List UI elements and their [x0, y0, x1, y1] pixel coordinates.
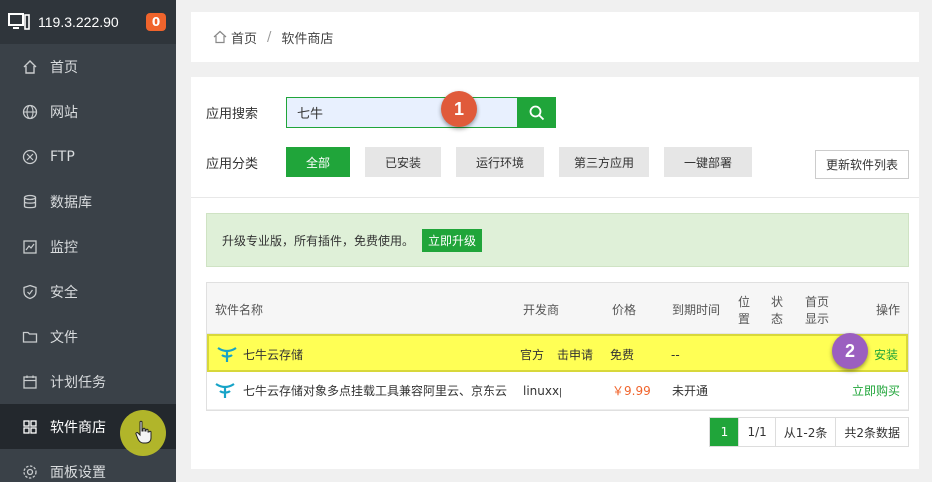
- grid-icon: [22, 419, 38, 435]
- calendar-icon: [22, 374, 38, 390]
- price: ￥9.99: [612, 384, 651, 398]
- globe-icon: [22, 104, 38, 120]
- developer: 官方: [520, 348, 545, 362]
- ftp-icon: [22, 149, 38, 165]
- update-list-button[interactable]: 更新软件列表: [815, 150, 909, 179]
- server-header: 119.3.222.90 0: [0, 0, 176, 44]
- category-label: 应用分类: [206, 156, 259, 172]
- annotation-marker-2: 2: [832, 333, 868, 369]
- search-input[interactable]: 七牛: [286, 97, 518, 128]
- folder-icon: [22, 329, 38, 345]
- monitor-icon: [8, 13, 30, 30]
- col-position: 位: [738, 295, 751, 309]
- page-current[interactable]: 1: [710, 418, 739, 446]
- sidebar-item-database[interactable]: 数据库: [0, 179, 176, 224]
- price: 免费: [610, 348, 635, 362]
- category-all-button[interactable]: 全部: [286, 147, 350, 177]
- sidebar-item-label: 计划任务: [50, 374, 106, 391]
- table-row: 七牛云存储 官方 击申请 免费 -- 安装: [207, 334, 908, 372]
- category-thirdparty-button[interactable]: 第三方应用: [559, 147, 649, 177]
- expire-date: 未开通: [672, 384, 709, 398]
- annotation-marker-1: 1: [441, 91, 477, 127]
- breadcrumb-current: 软件商店: [281, 31, 334, 47]
- page-count: 1/1: [738, 418, 774, 446]
- sidebar-item-label: 数据库: [50, 194, 92, 211]
- breadcrumb-home[interactable]: 首页: [231, 28, 257, 47]
- category-runtime-button[interactable]: 运行环境: [456, 147, 544, 177]
- sidebar-item-label: 监控: [50, 239, 78, 256]
- col-status: 态: [771, 312, 784, 326]
- col-action: 操作: [876, 303, 901, 317]
- software-table: 软件名称 开发商 价格 到期时间 位 置 状 态 首页 显示 操作 七牛云存储 …: [206, 282, 909, 411]
- breadcrumb-separator: /: [267, 29, 272, 45]
- sidebar-item-home[interactable]: 首页: [0, 44, 176, 89]
- col-status: 状: [771, 295, 784, 309]
- col-expire: 到期时间: [672, 303, 721, 317]
- page-total: 共2条数据: [835, 418, 908, 446]
- sidebar-item-security[interactable]: 安全: [0, 269, 176, 314]
- server-ip: 119.3.222.90: [38, 14, 119, 30]
- divider: [191, 197, 919, 198]
- monitor-chart-icon: [22, 239, 38, 255]
- store-panel: 应用搜索 七牛 1 应用分类 全部 已安装 运行环境 第三方应用 一键部署 更新…: [191, 77, 919, 469]
- sidebar-item-cron[interactable]: 计划任务: [0, 359, 176, 404]
- sidebar-item-website[interactable]: 网站: [0, 89, 176, 134]
- search-button[interactable]: [518, 97, 556, 128]
- table-header: 软件名称 开发商 价格 到期时间 位 置 状 态 首页 显示 操作: [207, 283, 908, 334]
- promo-text: 升级专业版，所有插件，免费使用。: [222, 233, 415, 248]
- sidebar-item-label: 安全: [50, 284, 78, 301]
- promo-banner: 升级专业版，所有插件，免费使用。 立即升级: [206, 213, 909, 267]
- page-range: 从1-2条: [774, 418, 836, 446]
- pagination: 1 1/1 从1-2条 共2条数据: [709, 417, 909, 447]
- buy-now-link[interactable]: 立即购买: [852, 372, 900, 410]
- search-row: 应用搜索 七牛: [206, 97, 556, 128]
- category-deploy-button[interactable]: 一键部署: [664, 147, 752, 177]
- sidebar-item-ftp[interactable]: FTP: [0, 134, 176, 179]
- breadcrumb: 首页 / 软件商店: [191, 12, 919, 62]
- database-icon: [22, 194, 38, 210]
- home-icon[interactable]: [213, 30, 227, 44]
- sidebar-item-label: 软件商店: [50, 419, 106, 436]
- sidebar-item-label: FTP: [50, 148, 75, 165]
- home-icon: [22, 59, 38, 75]
- col-homepage: 显示: [805, 312, 830, 326]
- gear-icon: [22, 464, 38, 480]
- qiniu-logo-icon: [217, 347, 237, 362]
- software-name: 七牛云存储对象多点挂载工具兼容阿里云、京东云: [243, 384, 508, 398]
- search-label: 应用搜索: [206, 107, 259, 122]
- table-row: 七牛云存储对象多点挂载工具兼容阿里云、京东云 linuxxp ￥9.99 未开通…: [207, 372, 908, 410]
- sidebar-item-label: 文件: [50, 329, 78, 346]
- col-price: 价格: [612, 303, 637, 317]
- col-homepage: 首页: [805, 295, 830, 309]
- sidebar-item-label: 网站: [50, 104, 78, 121]
- col-dev: 开发商: [523, 303, 560, 317]
- col-position: 置: [738, 312, 751, 326]
- sidebar-item-label: 首页: [50, 59, 78, 76]
- col-name: 软件名称: [215, 303, 264, 317]
- software-name: 七牛云存储: [243, 348, 304, 362]
- expire-date: --: [671, 348, 680, 362]
- search-icon: [529, 105, 545, 120]
- shield-icon: [22, 284, 38, 300]
- upgrade-button[interactable]: 立即升级: [422, 228, 483, 252]
- qiniu-logo-icon: [215, 383, 235, 398]
- developer: linuxxp: [523, 384, 561, 398]
- sidebar-item-monitor[interactable]: 监控: [0, 224, 176, 269]
- sidebar: 119.3.222.90 0 首页 网站 FTP 数据库 监控 安全 文件 计划…: [0, 0, 176, 482]
- notification-badge[interactable]: 0: [146, 13, 166, 31]
- hand-cursor-icon: [135, 420, 152, 444]
- click-cursor-highlight: [120, 410, 166, 456]
- sidebar-item-label: 面板设置: [50, 464, 106, 481]
- category-row: 应用分类 全部 已安装 运行环境 第三方应用 一键部署: [206, 147, 767, 177]
- sidebar-item-files[interactable]: 文件: [0, 314, 176, 359]
- category-installed-button[interactable]: 已安装: [365, 147, 441, 177]
- install-link[interactable]: 安装: [874, 336, 898, 374]
- developer-apply-link[interactable]: 击申请: [557, 336, 593, 374]
